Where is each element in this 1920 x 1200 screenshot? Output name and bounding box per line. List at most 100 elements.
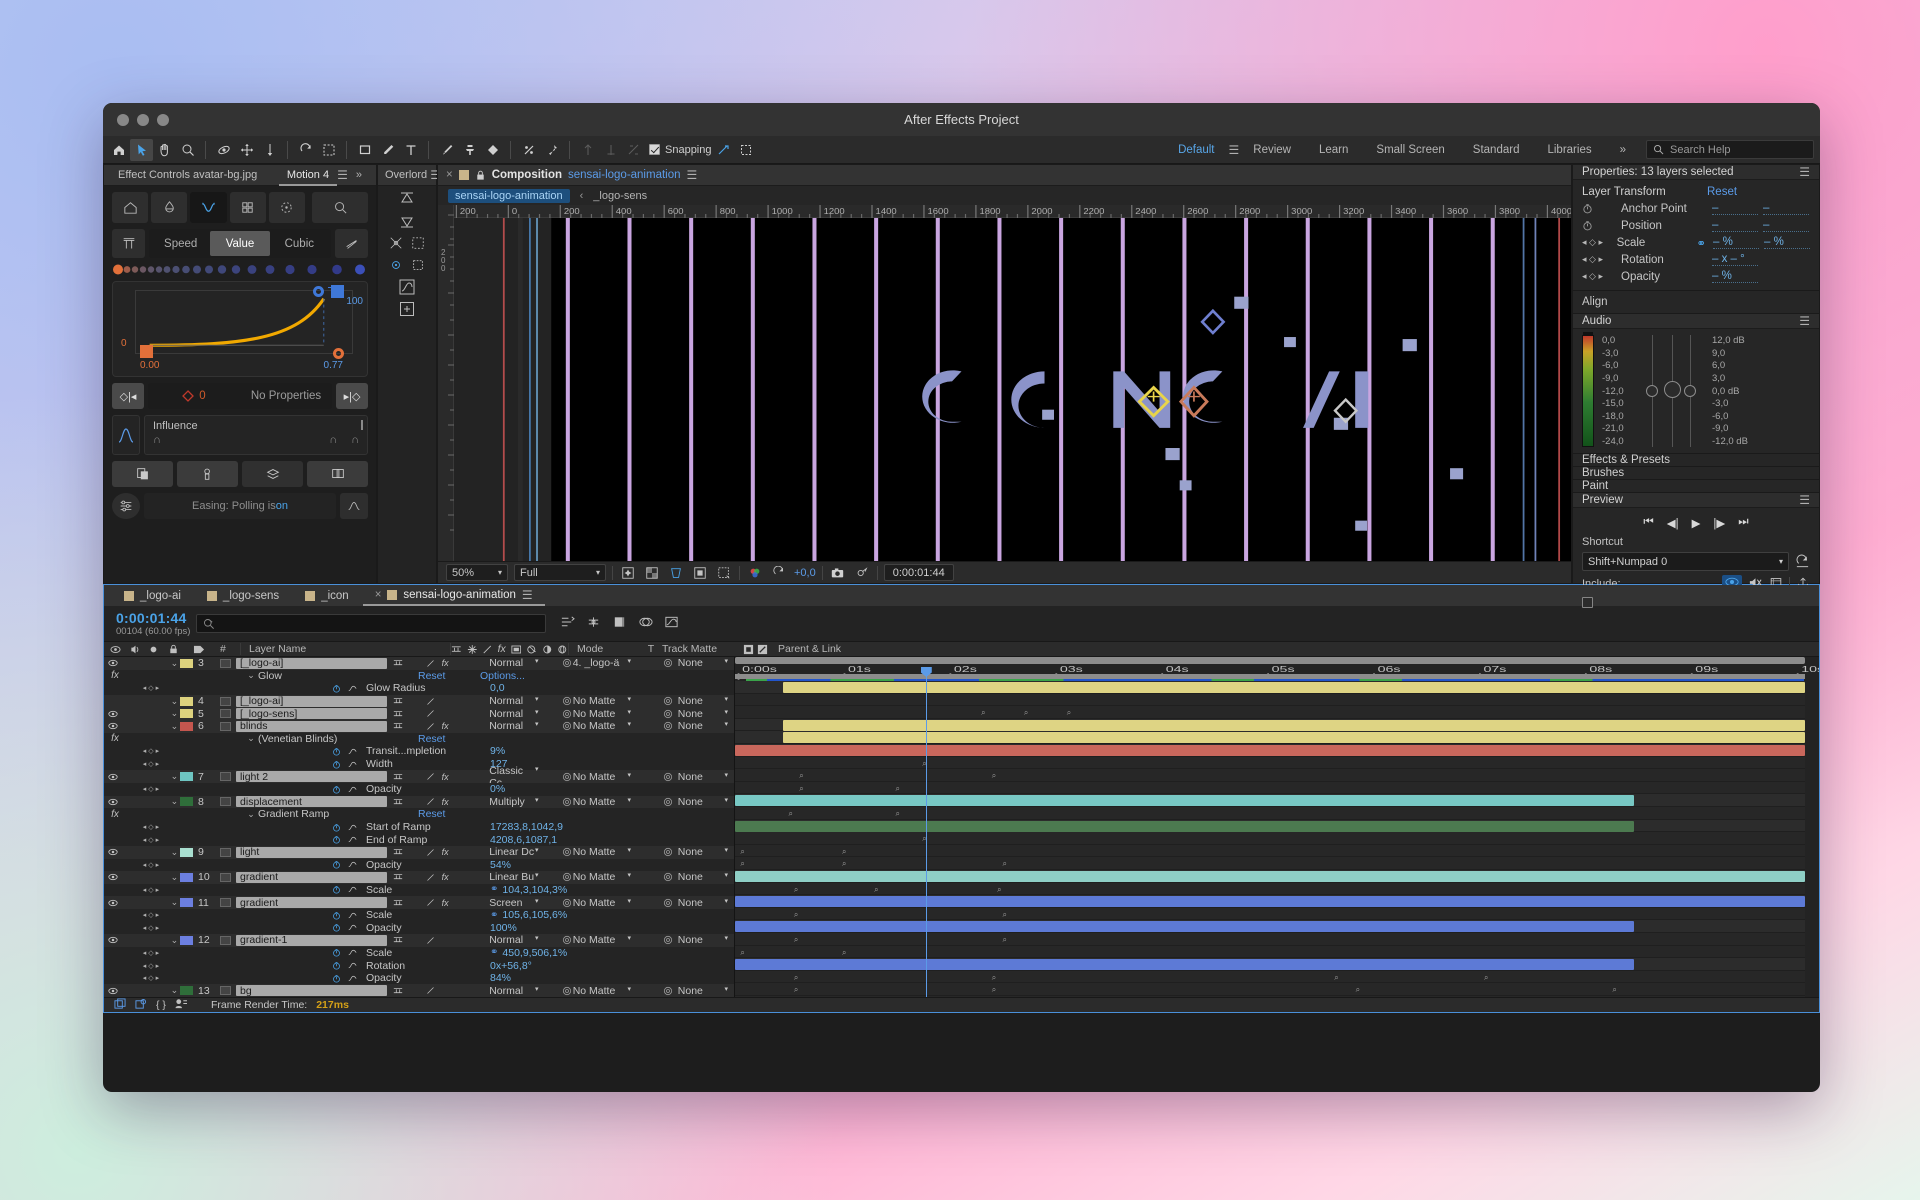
workspace-libraries[interactable]: Libraries — [1533, 144, 1605, 156]
property-graph-icon[interactable] — [344, 885, 360, 894]
parent-pickwhip-icon[interactable] — [662, 709, 673, 719]
keyframe-marker[interactable]: ⌕ — [794, 885, 798, 893]
composition-timecode[interactable]: 0:00:01:44 — [883, 564, 954, 581]
effect-reset-link[interactable]: Reset — [418, 808, 480, 820]
property-value[interactable]: 104,3,104,3% — [502, 884, 567, 896]
effect-reset-link[interactable]: Reset — [418, 670, 480, 682]
layer-track-matte-select[interactable]: No Matte ▾ — [573, 871, 635, 883]
tab-overlord[interactable]: Overlord — [382, 165, 430, 186]
layer-mode-select[interactable]: Linear Dc ▾ — [483, 846, 543, 858]
drop-mode-icon[interactable] — [151, 192, 188, 223]
property-graph-icon[interactable] — [344, 785, 360, 794]
clone-stamp-icon[interactable] — [458, 139, 481, 161]
influence-box[interactable]: Influence ∩ ∩ ∩ — [144, 415, 368, 455]
keyframe-marker[interactable]: ⌕ — [1003, 910, 1007, 918]
prev-keyframe-button[interactable]: ◇|◂ — [112, 383, 144, 409]
prop-rotation[interactable]: ◂ ◇ ▸ Rotation – x – ° — [1573, 251, 1819, 268]
snapshot-icon[interactable] — [829, 564, 847, 581]
workspace-overflow-button[interactable]: » — [1606, 144, 1640, 156]
layer-switches[interactable]: fx — [387, 797, 484, 807]
layer-parent-select[interactable]: None ▾ — [674, 897, 734, 909]
layer-mask-icon[interactable] — [175, 998, 188, 1012]
property-value[interactable]: 100% — [490, 922, 517, 934]
keyframe-nav[interactable]: ◂◇▸ — [126, 949, 178, 957]
layer-list[interactable]: ⌄ 3 [_logo-ai] fx Normal ▾ 4. _logo-ä ▾ No… — [104, 657, 734, 998]
timeline-layers-area[interactable]: ⌄ 3 [_logo-ai] fx Normal ▾ 4. _logo-ä ▾ No… — [104, 657, 1819, 998]
property-value-cell[interactable]: 0% — [490, 783, 505, 795]
layer-parent-select[interactable]: None ▾ — [674, 934, 734, 946]
keyframe-nav[interactable]: ◂◇▸ — [126, 974, 178, 982]
property-stopwatch-icon[interactable] — [328, 823, 344, 832]
layer-name-cell[interactable]: gradient-1 — [236, 934, 387, 946]
layer-name-cell[interactable]: blinds — [236, 720, 387, 732]
text-tool-icon[interactable] — [399, 139, 422, 161]
layer-name-cell[interactable]: [_logo-ai] — [236, 657, 387, 669]
frame-blending-icon[interactable] — [586, 615, 601, 632]
exposure-reset-icon[interactable] — [770, 564, 788, 581]
property-row[interactable]: ◂◇▸ Scale ⚭ 450,9,506,1% — [104, 946, 734, 960]
exposure-value[interactable]: +0,0 — [794, 567, 816, 579]
layer-mode-select[interactable]: Normal ▾ — [483, 985, 543, 997]
layer-label-color[interactable] — [180, 986, 193, 996]
property-row[interactable]: ◂◇▸ Transit...mpletion 9% — [104, 745, 734, 758]
breadcrumb-next[interactable]: _logo-sens — [593, 190, 647, 202]
search-help-field[interactable]: Search Help — [1646, 140, 1814, 159]
property-graph-icon[interactable] — [344, 911, 360, 920]
layer-label-color[interactable] — [180, 772, 193, 782]
interpolation-segmented-control[interactable]: Speed Value Cubic — [149, 229, 331, 258]
resolution-select[interactable]: Full ▾ — [514, 564, 606, 581]
property-value[interactable]: 9% — [490, 745, 505, 757]
composition-canvas[interactable] — [454, 218, 1571, 561]
pan-behind-tool-icon[interactable] — [235, 139, 258, 161]
keyframe-nav[interactable]: ◂◇▸ — [126, 924, 178, 932]
selection-tool-icon[interactable] — [130, 138, 153, 161]
snapping-toggle[interactable]: Snapping — [649, 144, 712, 156]
anchor-mode-icon[interactable] — [268, 192, 306, 223]
layer-track-matte-select[interactable]: No Matte ▾ — [573, 720, 635, 732]
property-graph-icon[interactable] — [344, 684, 360, 693]
layer-track-matte-select[interactable]: No Matte ▾ — [573, 796, 635, 808]
align-center-icon[interactable] — [599, 139, 622, 161]
layer-track-matte-select[interactable]: No Matte ▾ — [573, 695, 635, 707]
fader-knob-master[interactable] — [1664, 381, 1681, 398]
layer-label-color[interactable] — [180, 721, 193, 731]
easing-strength-dots[interactable] — [112, 264, 368, 275]
layer-parent-select[interactable]: None ▾ — [674, 796, 734, 808]
layer-name-cell[interactable]: displacement — [236, 796, 387, 808]
keyframe-nav[interactable]: ◂◇▸ — [126, 760, 178, 768]
parent-pickwhip-icon[interactable] — [662, 872, 673, 882]
property-value-cell[interactable]: ⚭ 104,3,104,3% — [490, 884, 567, 896]
layer-duration-bar[interactable] — [783, 719, 1805, 731]
property-stopwatch-icon[interactable] — [328, 760, 344, 769]
layer-parent-select[interactable]: None ▾ — [674, 720, 734, 732]
layer-switches[interactable]: fx — [387, 898, 484, 908]
anchor-center-icon[interactable] — [386, 256, 406, 274]
layer-label-color[interactable] — [180, 658, 193, 668]
workspace-learn[interactable]: Learn — [1305, 144, 1362, 156]
curve-start-circle[interactable] — [333, 348, 344, 359]
layer-visibility-toggle[interactable] — [104, 772, 122, 782]
timeline-tab-logo-sens[interactable]: _logo-sens — [195, 585, 291, 606]
property-stopwatch-icon[interactable] — [328, 923, 344, 932]
layer-mode-select[interactable]: Normal ▾ — [483, 657, 543, 669]
parent-pickwhip-icon[interactable] — [662, 797, 673, 807]
property-row[interactable]: ◂◇▸ Opacity 100% — [104, 921, 734, 935]
breadcrumb-current[interactable]: sensai-logo-animation — [448, 188, 570, 203]
track-matte-icon[interactable] — [561, 847, 572, 857]
layer-expand-toggle[interactable]: ⌄ — [169, 721, 180, 732]
ease-mode-icon[interactable] — [190, 192, 227, 223]
layer-label-color[interactable] — [180, 696, 193, 706]
home-icon[interactable] — [107, 139, 130, 161]
property-stopwatch-icon[interactable] — [328, 961, 344, 970]
property-graph-icon[interactable] — [344, 747, 360, 756]
keyframe-marker[interactable]: ⌕ — [896, 784, 900, 792]
layer-name-cell[interactable]: bg — [236, 985, 387, 997]
layer-duration-bar[interactable] — [735, 921, 1634, 933]
anchor-point-x[interactable]: – — [1712, 202, 1758, 215]
property-graph-icon[interactable] — [344, 923, 360, 932]
graph-curve-icon[interactable] — [664, 615, 679, 632]
layer-track-matte-select[interactable]: 4. _logo-ä ▾ — [573, 657, 635, 669]
layer-duration-bar[interactable] — [735, 820, 1634, 832]
prop-opacity[interactable]: ◂ ◇ ▸ Opacity – % — [1573, 268, 1819, 285]
keyframe-marker[interactable]: ⌕ — [789, 810, 793, 818]
